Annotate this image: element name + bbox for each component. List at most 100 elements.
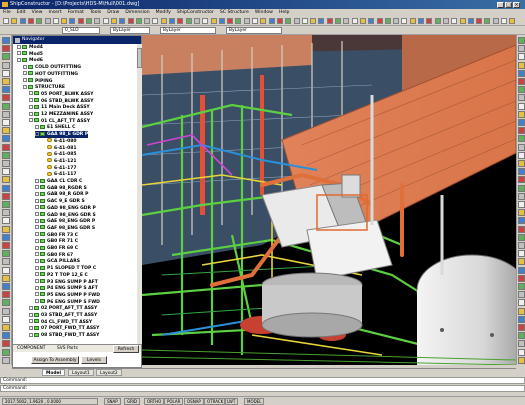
- modify-tool-icon[interactable]: [518, 192, 525, 200]
- expand-toggle-icon[interactable]: [29, 325, 33, 330]
- expand-toggle-icon[interactable]: [17, 51, 21, 56]
- toolbar-icon[interactable]: [110, 18, 117, 24]
- draw-tool-icon[interactable]: [2, 283, 10, 290]
- modify-tool-icon[interactable]: [518, 250, 525, 258]
- toolbar-icon[interactable]: [160, 18, 167, 24]
- modify-tool-icon[interactable]: [518, 37, 525, 44]
- expand-toggle-icon[interactable]: [35, 212, 39, 216]
- draw-tool-icon[interactable]: [2, 143, 10, 151]
- toolbar-icon[interactable]: [86, 18, 92, 24]
- modify-tool-icon[interactable]: [518, 143, 525, 151]
- modify-tool-icon[interactable]: [518, 86, 525, 94]
- toolbar-icon[interactable]: [318, 18, 325, 24]
- toolbar-icon[interactable]: [144, 18, 151, 24]
- modify-tool-icon[interactable]: [518, 242, 525, 249]
- menu-shipconstructor[interactable]: ShipConstructor: [177, 10, 214, 15]
- draw-tool-icon[interactable]: [2, 61, 10, 69]
- modify-tool-icon[interactable]: [518, 127, 525, 135]
- draw-tool-icon[interactable]: [2, 242, 10, 249]
- modify-tool-icon[interactable]: [518, 168, 525, 176]
- expand-toggle-icon[interactable]: [35, 245, 39, 250]
- expand-toggle-icon[interactable]: [29, 98, 33, 103]
- toolbar-icon[interactable]: [77, 18, 84, 24]
- draw-tool-icon[interactable]: [2, 299, 10, 307]
- toolbar-icon[interactable]: [119, 18, 126, 24]
- modify-tool-icon[interactable]: [518, 274, 525, 282]
- modify-tool-icon[interactable]: [518, 291, 525, 299]
- modify-tool-icon[interactable]: [518, 217, 525, 225]
- toolbar-icon[interactable]: [260, 18, 267, 24]
- toolbar-icon[interactable]: [36, 18, 43, 24]
- expand-toggle-icon[interactable]: [29, 305, 33, 310]
- toolbar-icon[interactable]: [409, 18, 416, 24]
- draw-tool-icon[interactable]: [2, 160, 10, 167]
- toolbar-icon[interactable]: [442, 18, 449, 24]
- tab-layout2[interactable]: Layout2: [96, 369, 122, 376]
- toolbar-icon[interactable]: [210, 18, 217, 24]
- expand-toggle-icon[interactable]: [29, 111, 33, 116]
- toolbar-icon[interactable]: [301, 18, 308, 24]
- toolbar-icon[interactable]: [276, 18, 283, 24]
- menu-draw[interactable]: Draw: [107, 10, 119, 15]
- toolbar-icon[interactable]: [102, 18, 109, 24]
- draw-tool-icon[interactable]: [2, 332, 10, 340]
- modify-tool-icon[interactable]: [518, 69, 525, 77]
- toolbar-icon[interactable]: [434, 18, 441, 24]
- modify-tool-icon[interactable]: [518, 332, 525, 340]
- expand-toggle-icon[interactable]: [35, 279, 39, 283]
- draw-tool-icon[interactable]: [2, 78, 10, 85]
- toolbar-icon[interactable]: [351, 18, 358, 24]
- modify-tool-icon[interactable]: [518, 151, 525, 159]
- draw-tool-icon[interactable]: [2, 119, 10, 126]
- modify-tool-icon[interactable]: [518, 233, 525, 241]
- draw-tool-icon[interactable]: [2, 225, 10, 233]
- draw-tool-icon[interactable]: [2, 94, 10, 102]
- maximize-button[interactable]: □: [505, 1, 512, 8]
- expand-toggle-icon[interactable]: [35, 232, 39, 237]
- status-toggle-snap[interactable]: SNAP: [104, 398, 121, 405]
- draw-tool-icon[interactable]: [2, 45, 10, 53]
- modify-tool-icon[interactable]: [518, 160, 525, 167]
- expand-toggle-icon[interactable]: [29, 312, 33, 317]
- toolbar-icon[interactable]: [135, 18, 142, 24]
- modify-tool-icon[interactable]: [518, 299, 525, 307]
- draw-tool-icon[interactable]: [2, 151, 10, 159]
- toolbar-icon[interactable]: [343, 18, 350, 24]
- expand-toggle-icon[interactable]: [35, 252, 39, 257]
- toolbar-icon[interactable]: [509, 18, 516, 24]
- draw-tool-icon[interactable]: [2, 86, 10, 94]
- draw-tool-icon[interactable]: [2, 53, 10, 61]
- toolbar-icon[interactable]: [418, 18, 424, 24]
- modify-tool-icon[interactable]: [518, 340, 525, 348]
- draw-tool-icon[interactable]: [2, 209, 10, 217]
- lineweight-combo[interactable]: ByLayer: [226, 27, 282, 34]
- toolbar-icon[interactable]: [492, 18, 499, 24]
- toolbar-icon[interactable]: [252, 18, 258, 24]
- toolbar-icon[interactable]: [193, 18, 200, 24]
- expand-toggle-icon[interactable]: [17, 57, 21, 62]
- status-toggle-polar[interactable]: POLAR: [164, 398, 184, 405]
- refresh-button[interactable]: Refresh: [113, 345, 139, 353]
- draw-tool-icon[interactable]: [2, 201, 10, 208]
- modify-tool-icon[interactable]: [518, 283, 525, 290]
- draw-tool-icon[interactable]: [2, 135, 10, 143]
- expand-toggle-icon[interactable]: [35, 198, 39, 203]
- expand-toggle-icon[interactable]: [29, 319, 33, 324]
- draw-tool-icon[interactable]: [2, 110, 10, 118]
- toolbar-icon[interactable]: [243, 18, 250, 24]
- toolbar-icon[interactable]: [426, 18, 433, 24]
- status-toggle-osnap[interactable]: OSNAP: [184, 398, 204, 405]
- modify-tool-icon[interactable]: [518, 184, 525, 192]
- toolbar-icon[interactable]: [27, 18, 34, 24]
- menu-sc-structure[interactable]: SC Structure: [220, 10, 249, 15]
- tab-model[interactable]: Model: [42, 369, 66, 376]
- toolbar-icon[interactable]: [185, 18, 192, 24]
- toolbar-icon[interactable]: [227, 18, 234, 24]
- modify-tool-icon[interactable]: [518, 94, 525, 102]
- menu-modify[interactable]: Modify: [156, 10, 171, 15]
- draw-tool-icon[interactable]: [2, 324, 10, 331]
- modify-tool-icon[interactable]: [518, 135, 525, 143]
- modify-tool-icon[interactable]: [518, 61, 525, 69]
- modify-tool-icon[interactable]: [518, 53, 525, 61]
- draw-tool-icon[interactable]: [2, 233, 10, 241]
